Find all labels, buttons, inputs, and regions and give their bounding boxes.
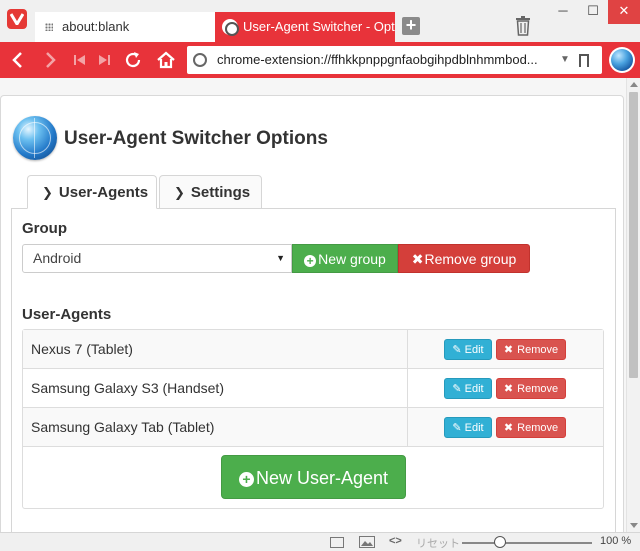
new-group-button[interactable]: + New group [292, 244, 398, 273]
close-icon: ✖ [503, 344, 514, 356]
remove-label: Remove [517, 422, 559, 434]
pencil-icon: ✎ [452, 344, 462, 356]
remove-button[interactable]: ✖ Remove [496, 378, 566, 399]
zoom-level: 100 % [600, 535, 632, 547]
scroll-down-icon[interactable] [630, 523, 638, 528]
vertical-scrollbar[interactable] [626, 78, 640, 532]
plus-circle-icon: + [238, 472, 254, 487]
tab-label: about:blank [62, 19, 130, 34]
panel-toggle-icon[interactable] [330, 537, 344, 548]
pencil-icon: ✎ [452, 383, 462, 395]
image-icon[interactable] [359, 536, 375, 548]
new-tab-button[interactable]: + [402, 16, 420, 35]
trash-icon[interactable] [515, 16, 531, 36]
fast-forward-button[interactable] [96, 50, 116, 70]
column-divider [407, 369, 408, 408]
caret-down-icon: ▼ [276, 253, 285, 263]
chevron-right-icon: ❯ [174, 185, 185, 200]
url-field[interactable]: chrome-extension://ffhkkpnppgnfaobgihpdb… [187, 46, 602, 74]
table-row: Samsung Galaxy S3 (Handset) ✎ Edit ✖ Remo… [23, 369, 603, 408]
tab-label: Settings [190, 184, 251, 201]
status-bar: <> リセット 100 % [0, 532, 640, 551]
edit-label: Edit [464, 344, 484, 356]
tab-about-blank[interactable]: about:blank [35, 12, 215, 42]
tab-bar: about:blank User-Agent Switcher - Optio … [0, 0, 640, 42]
tab-settings[interactable]: ❯ Settings [159, 175, 262, 209]
home-icon [157, 51, 175, 69]
vivaldi-logo-icon [10, 13, 24, 25]
user-agent-name: Nexus 7 (Tablet) [31, 341, 133, 357]
user-agent-name: Samsung Galaxy S3 (Handset) [31, 380, 224, 396]
arrow-left-icon [12, 52, 22, 68]
group-select-value: Android [33, 250, 82, 266]
remove-label: Remove [517, 344, 559, 356]
back-button[interactable] [8, 50, 28, 70]
column-divider [407, 408, 408, 447]
zoom-slider-handle[interactable] [494, 536, 506, 548]
remove-label: Remove [517, 383, 559, 395]
table-row: Nexus 7 (Tablet) ✎ Edit ✖ Remove [23, 330, 603, 369]
close-icon: ✖ [503, 383, 514, 395]
plus-circle-icon: + [304, 255, 317, 267]
blank-page-icon [45, 23, 53, 31]
edit-button[interactable]: ✎ Edit [444, 339, 492, 360]
remove-group-button[interactable]: ✖Remove group [398, 244, 530, 273]
rewind-icon [74, 55, 85, 65]
pencil-icon: ✎ [452, 422, 462, 434]
remove-button[interactable]: ✖ Remove [496, 339, 566, 360]
page-actions-icon[interactable]: <> [389, 535, 402, 547]
user-agents-heading: User-Agents [22, 306, 112, 323]
close-icon: ✖ [503, 422, 514, 434]
chevron-right-icon: ❯ [42, 185, 53, 200]
close-window-button[interactable]: ✕ [608, 0, 640, 24]
arrow-right-icon [46, 52, 56, 68]
reload-icon [125, 52, 141, 68]
maximize-button[interactable]: ☐ [578, 0, 608, 24]
scroll-thumb[interactable] [629, 92, 638, 378]
bookmark-icon[interactable] [579, 54, 589, 69]
globe-favicon-icon [222, 19, 239, 36]
group-label: Group [22, 220, 67, 237]
tab-label: User-Agents [58, 184, 149, 201]
column-divider [407, 330, 408, 369]
forward-button[interactable] [40, 50, 60, 70]
tab-user-agents[interactable]: ❯ User-Agents [27, 175, 157, 209]
rewind-button[interactable] [72, 50, 92, 70]
group-select[interactable]: Android ▼ [22, 244, 292, 273]
reload-button[interactable] [123, 50, 143, 70]
zoom-reset-button[interactable]: リセット [416, 535, 460, 551]
address-bar: chrome-extension://ffhkkpnppgnfaobgihpdb… [0, 42, 640, 78]
zoom-slider[interactable] [462, 542, 592, 544]
tab-label: User-Agent Switcher - Optio [243, 19, 395, 34]
remove-button[interactable]: ✖ Remove [496, 417, 566, 438]
minimize-button[interactable]: ─ [548, 0, 578, 24]
url-text[interactable]: chrome-extension://ffhkkpnppgnfaobgihpdb… [217, 46, 557, 74]
site-info-icon[interactable] [193, 53, 207, 67]
user-agent-switcher-extension-button[interactable] [609, 47, 635, 73]
new-group-label: New group [318, 251, 386, 267]
edit-label: Edit [464, 383, 484, 395]
fast-forward-icon [99, 55, 110, 65]
new-user-agent-label: New User-Agent [255, 468, 389, 488]
new-user-agent-button[interactable]: + New User-Agent [221, 455, 406, 499]
user-agent-name: Samsung Galaxy Tab (Tablet) [31, 419, 215, 435]
scroll-up-icon[interactable] [630, 82, 638, 87]
table-row: Samsung Galaxy Tab (Tablet) ✎ Edit ✖ Remo… [23, 408, 603, 447]
tab-user-agent-switcher[interactable]: User-Agent Switcher - Optio [215, 12, 395, 42]
globe-logo-icon [13, 116, 57, 160]
edit-button[interactable]: ✎ Edit [444, 378, 492, 399]
edit-button[interactable]: ✎ Edit [444, 417, 492, 438]
close-icon: ✖ [411, 251, 424, 267]
globe-icon [611, 49, 633, 71]
url-dropdown-icon[interactable]: ▼ [557, 46, 573, 74]
page-title: User-Agent Switcher Options [64, 128, 328, 149]
edit-label: Edit [464, 422, 484, 434]
remove-group-label: Remove group [424, 251, 517, 267]
page-content: User-Agent Switcher Options ❯ User-Agents… [0, 78, 640, 532]
home-button[interactable] [156, 50, 176, 70]
vivaldi-menu-button[interactable] [7, 9, 27, 29]
